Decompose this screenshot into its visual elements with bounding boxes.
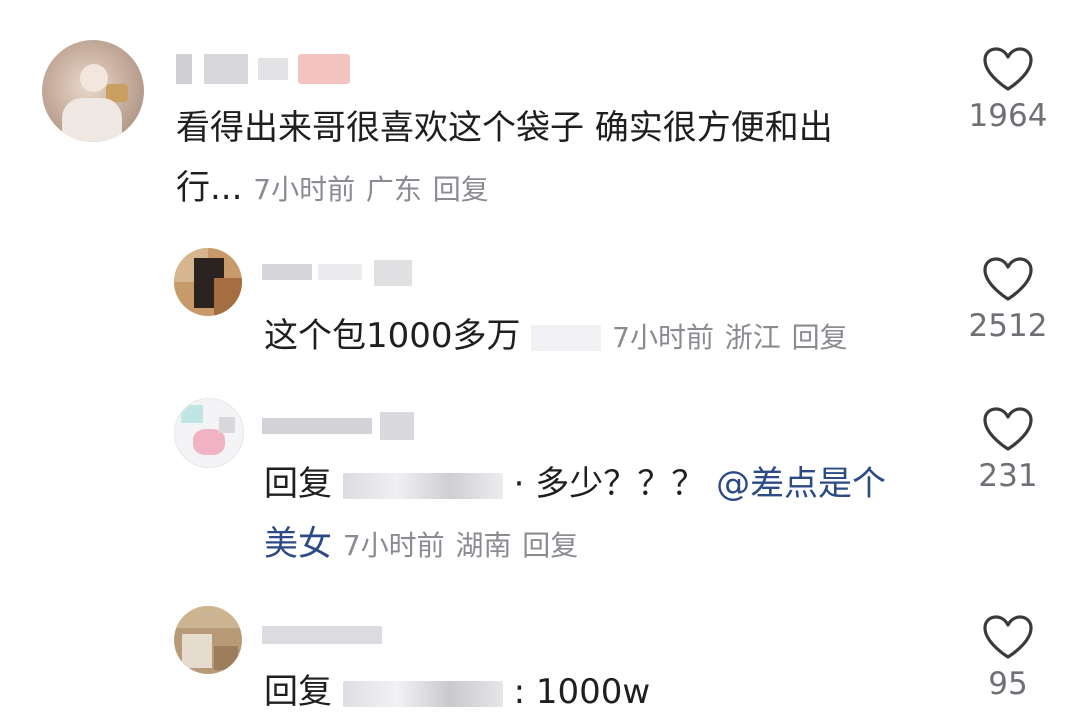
- mention-link-continued[interactable]: 美女: [264, 524, 332, 564]
- username-redacted[interactable]: [262, 618, 392, 652]
- comment-text: 看得出来哥很喜欢这个袋子 确实很方便和出: [176, 108, 833, 148]
- like-button[interactable]: 1964: [958, 46, 1058, 134]
- comment-3: 回复 · 多少？？？ @差点是个 美女 7小时前 湖南 回复 231: [0, 392, 1080, 592]
- redaction: [342, 680, 503, 707]
- location: 广东: [365, 173, 422, 206]
- avatar[interactable]: [42, 40, 144, 142]
- username-redacted[interactable]: [262, 258, 422, 292]
- mention-link[interactable]: @差点是个: [716, 464, 886, 504]
- comment-4: 回复 : 1000w 95: [0, 600, 1080, 719]
- avatar[interactable]: [174, 398, 244, 468]
- like-button[interactable]: 231: [958, 406, 1058, 494]
- comment-text-continued: 行... 7小时前 广东 回复: [176, 168, 489, 208]
- like-button[interactable]: 95: [958, 614, 1058, 702]
- redaction: [342, 472, 503, 499]
- comment-text: 这个包1000多万 7小时前 浙江 回复: [264, 316, 848, 356]
- like-count: 231: [978, 458, 1038, 494]
- like-button[interactable]: 2512: [958, 256, 1058, 344]
- heart-outline-icon: [983, 407, 1033, 451]
- timestamp: 7小时前: [253, 173, 356, 206]
- location: 浙江: [724, 321, 781, 354]
- heart-outline-icon: [983, 47, 1033, 91]
- comment-text: 回复 · 多少？？？ @差点是个: [264, 464, 887, 504]
- reply-prefix: 回复: [264, 672, 332, 712]
- username-redacted[interactable]: [176, 52, 356, 86]
- reply-prefix: 回复: [264, 464, 332, 504]
- comment-text: 回复 : 1000w: [264, 672, 651, 712]
- username-redacted[interactable]: [262, 410, 422, 444]
- comment-2: 这个包1000多万 7小时前 浙江 回复 2512: [0, 240, 1080, 380]
- timestamp: 7小时前: [612, 321, 714, 354]
- heart-outline-icon: [983, 257, 1033, 301]
- comment-text-continued: 美女 7小时前 湖南 回复: [264, 514, 578, 576]
- reply-link[interactable]: 回复: [433, 173, 489, 206]
- location: 湖南: [455, 529, 512, 562]
- timestamp: 7小时前: [342, 529, 445, 562]
- avatar[interactable]: [174, 248, 242, 316]
- like-count: 95: [988, 666, 1028, 702]
- redaction: [531, 324, 602, 351]
- heart-outline-icon: [983, 615, 1033, 659]
- like-count: 2512: [968, 308, 1048, 344]
- avatar[interactable]: [174, 606, 242, 674]
- reply-link[interactable]: 回复: [792, 321, 848, 354]
- reply-link[interactable]: 回复: [522, 529, 578, 562]
- like-count: 1964: [968, 98, 1048, 134]
- comment-1: 看得出来哥很喜欢这个袋子 确实很方便和出 行... 7小时前 广东 回复 196…: [0, 0, 1080, 230]
